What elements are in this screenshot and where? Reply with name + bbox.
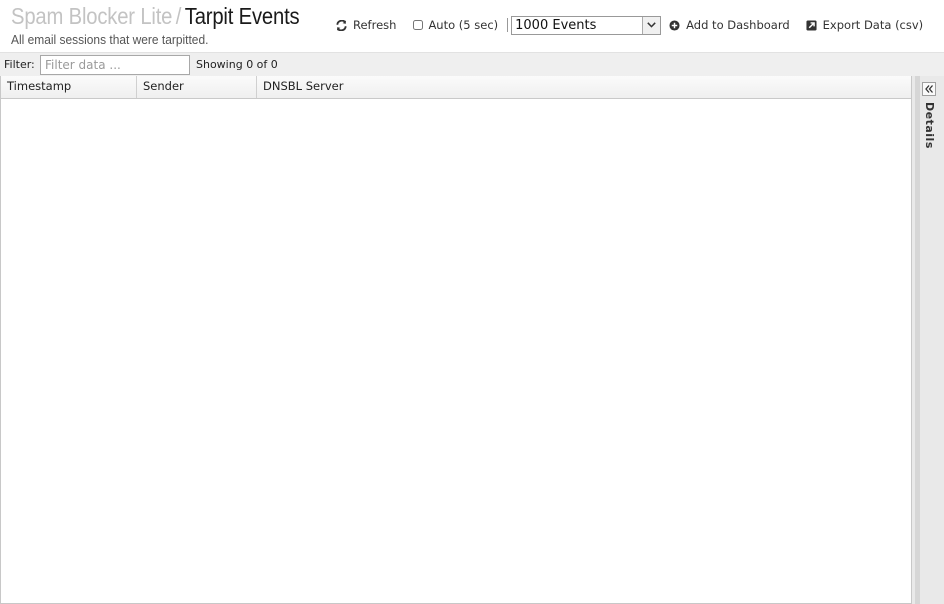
column-header-dnsbl-server[interactable]: DNSBL Server	[257, 76, 911, 98]
column-header-sender[interactable]: Sender	[137, 76, 257, 98]
record-count: Showing 0 of 0	[196, 58, 278, 71]
chevron-down-icon[interactable]	[642, 16, 661, 34]
toolbar: Refresh Auto (5 sec) 1000 Events Add to …	[336, 14, 923, 36]
auto-refresh-label: Auto (5 sec)	[428, 18, 499, 32]
refresh-icon	[336, 19, 347, 31]
double-chevron-left-icon	[925, 85, 933, 93]
add-to-dashboard-label: Add to Dashboard	[686, 18, 790, 32]
details-panel-label[interactable]: Details	[922, 102, 936, 149]
breadcrumb-parent[interactable]: Spam Blocker Lite	[11, 3, 172, 29]
column-header-timestamp[interactable]: Timestamp	[1, 76, 137, 98]
events-grid[interactable]: Timestamp Sender DNSBL Server	[0, 76, 912, 604]
events-limit-value: 1000 Events	[515, 17, 597, 33]
export-icon	[806, 19, 817, 31]
breadcrumb-current: Tarpit Events	[184, 3, 300, 29]
page-title: Spam Blocker Lite / Tarpit Events	[11, 3, 300, 30]
refresh-label: Refresh	[353, 18, 397, 32]
refresh-button[interactable]: Refresh	[336, 18, 396, 32]
grid-header: Timestamp Sender DNSBL Server	[1, 76, 911, 99]
details-panel	[912, 76, 944, 604]
events-limit-select[interactable]: 1000 Events	[511, 15, 662, 35]
filter-input[interactable]	[40, 55, 190, 75]
export-data-button[interactable]: Export Data (csv)	[806, 18, 924, 32]
auto-refresh-toggle[interactable]: Auto (5 sec)	[413, 18, 498, 32]
export-data-label: Export Data (csv)	[822, 18, 924, 32]
details-splitter[interactable]	[915, 76, 920, 604]
expand-details-button[interactable]	[922, 82, 936, 96]
filter-bar: Filter: Showing 0 of 0	[0, 52, 944, 76]
header: Spam Blocker Lite / Tarpit Events All emai…	[0, 0, 944, 52]
plus-circle-icon	[669, 19, 680, 31]
auto-refresh-checkbox[interactable]	[413, 20, 424, 30]
breadcrumb-separator: /	[175, 3, 182, 29]
toolbar-divider	[507, 18, 509, 32]
page-subtitle: All email sessions that were tarpitted.	[11, 32, 209, 47]
add-to-dashboard-button[interactable]: Add to Dashboard	[669, 18, 790, 32]
filter-label: Filter:	[4, 58, 35, 71]
page: Spam Blocker Lite / Tarpit Events All emai…	[0, 0, 944, 604]
